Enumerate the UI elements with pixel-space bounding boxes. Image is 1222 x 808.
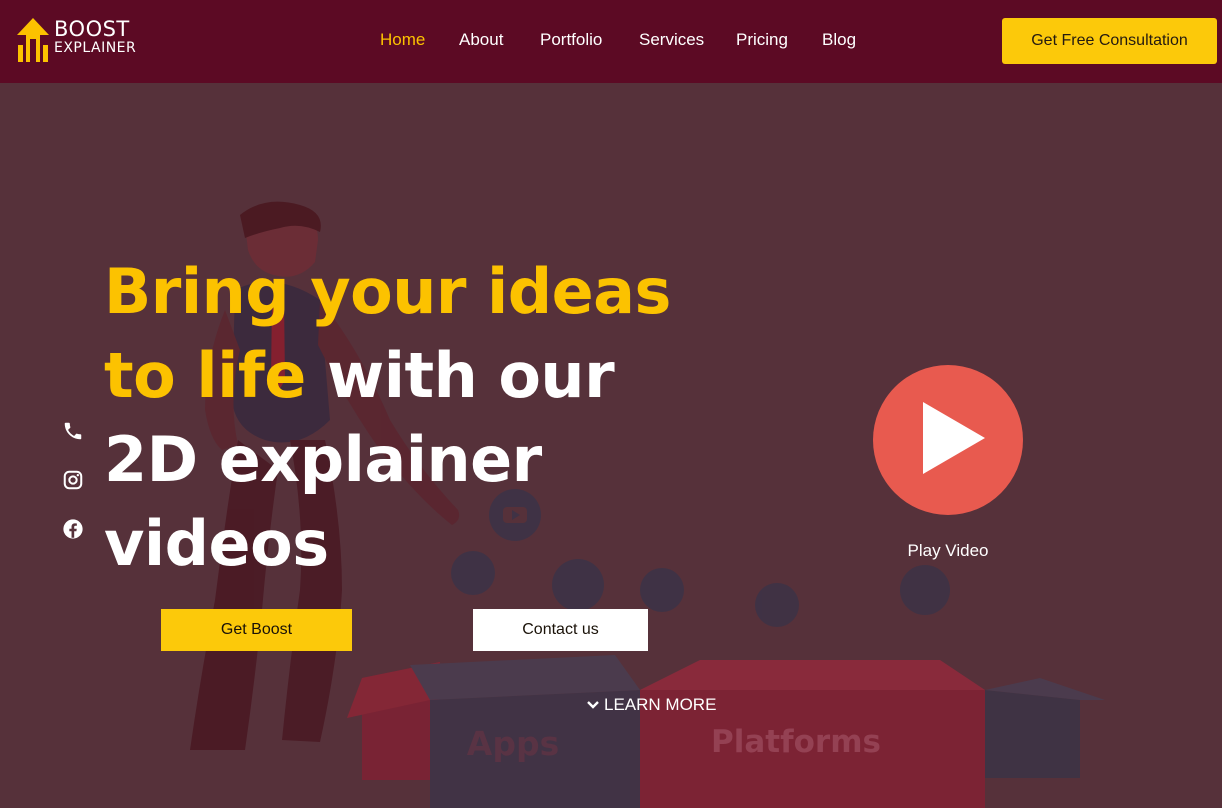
play-video-button[interactable]	[873, 365, 1023, 515]
chevron-down-icon	[587, 701, 599, 709]
nav-item-blog[interactable]: Blog	[822, 30, 856, 50]
headline-line-4: videos	[104, 507, 329, 580]
nav-item-services[interactable]: Services	[639, 30, 704, 50]
top-navigation-bar: BOOST EXPLAINER Home About Portfolio Ser…	[0, 0, 1222, 83]
headline-line-1: Bring your ideas	[104, 255, 671, 328]
hero-headline: Bring your ideas to life with our 2D exp…	[104, 250, 704, 586]
up-arrow-logo-icon	[17, 18, 49, 62]
contact-us-button[interactable]: Contact us	[473, 609, 648, 651]
headline-highlight: to life	[104, 339, 306, 412]
svg-text:Platforms: Platforms	[711, 724, 881, 760]
logo-line-2: EXPLAINER	[54, 40, 137, 56]
logo-wordmark: BOOST EXPLAINER	[54, 17, 137, 56]
nav-item-portfolio[interactable]: Portfolio	[540, 30, 602, 50]
get-free-consultation-button[interactable]: Get Free Consultation	[1002, 18, 1217, 64]
headline-line-3: 2D explainer	[104, 423, 542, 496]
nav-item-home[interactable]: Home	[380, 30, 425, 50]
learn-more-label: LEARN MORE	[604, 695, 717, 714]
headline-line-2: to life with our	[104, 334, 704, 418]
learn-more-link[interactable]: LEARN MORE	[586, 694, 716, 716]
boxes-illustration: Apps Platforms	[347, 655, 1105, 808]
facebook-icon[interactable]	[62, 518, 84, 540]
play-video-label[interactable]: Play Video	[898, 541, 998, 561]
svg-text:Apps: Apps	[467, 724, 559, 763]
nav-item-about[interactable]: About	[459, 30, 503, 50]
phone-icon[interactable]	[62, 420, 84, 442]
boost-explainer-logo[interactable]: BOOST EXPLAINER	[16, 17, 141, 65]
nav-item-pricing[interactable]: Pricing	[736, 30, 788, 50]
headline-line-2-rest: with our	[305, 339, 615, 412]
logo-line-1: BOOST	[54, 17, 130, 41]
get-boost-button[interactable]: Get Boost	[161, 609, 352, 651]
instagram-icon[interactable]	[62, 469, 84, 491]
